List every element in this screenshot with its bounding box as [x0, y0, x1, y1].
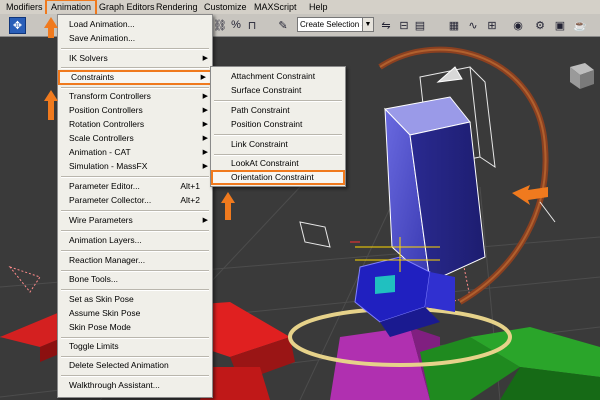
annotation-overlay: [44, 17, 235, 220]
annotation-arrow-icon: [221, 192, 235, 220]
annotation-arrow-icon: [44, 17, 58, 38]
annotation-arrow-icon: [44, 90, 58, 120]
